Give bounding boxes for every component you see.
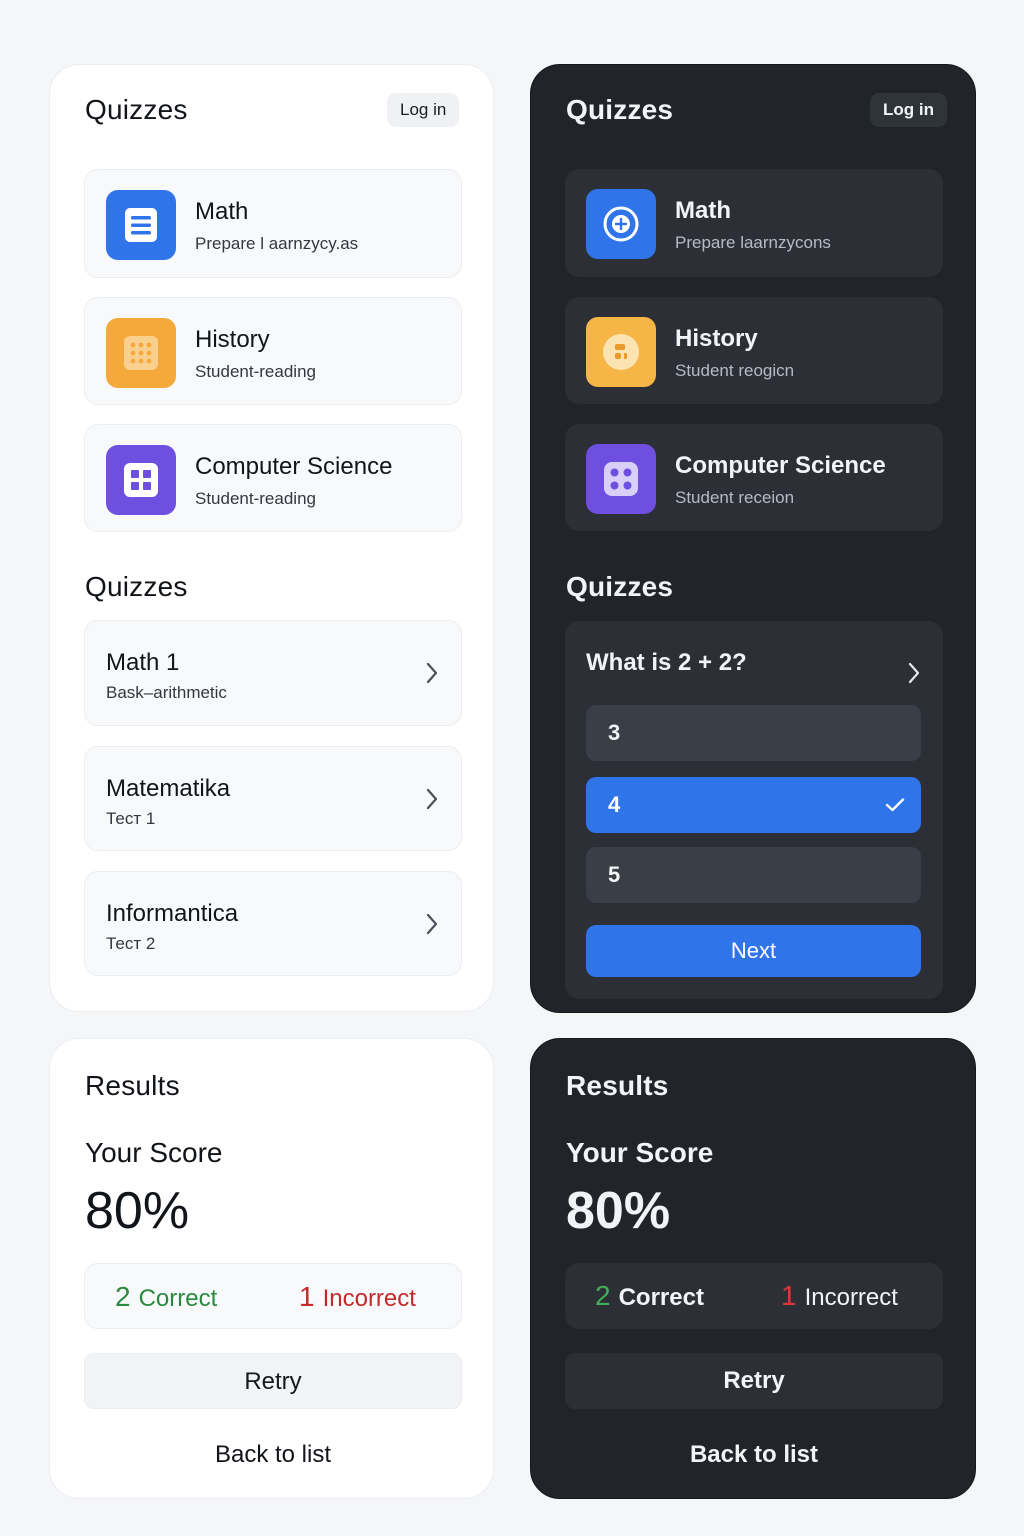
document-list-icon: [106, 190, 176, 260]
retry-button[interactable]: Retry: [84, 1353, 462, 1409]
quiz-desc: Тест 1: [106, 809, 156, 828]
page-title: Quizzes: [566, 94, 674, 125]
incorrect-stat: 1 Incorrect: [781, 1280, 898, 1312]
page-title: Quizzes: [85, 94, 188, 125]
quiz-name: Math 1: [106, 649, 180, 676]
section-title: Quizzes: [85, 571, 188, 602]
quiz-item-informantica[interactable]: Informantica Тест 2: [84, 871, 462, 976]
score-label: Your Score: [85, 1137, 223, 1168]
correct-count: 2: [115, 1281, 131, 1312]
subject-desc: Student receion: [675, 488, 795, 507]
checkmark-icon: [885, 798, 905, 812]
subject-card-computer-science[interactable]: Computer Science Student-reading: [84, 424, 462, 532]
incorrect-stat: 1 Incorrect: [299, 1281, 416, 1313]
subject-desc: Student reogicn: [675, 361, 795, 380]
light-quizzes-panel: Quizzes Log in Math Prepare l aarnzycy.a…: [49, 64, 494, 1012]
subject-desc: Prepare l aarnzycy.as: [195, 234, 359, 253]
answer-option-4-selected[interactable]: 4: [586, 777, 921, 833]
dark-results-panel: Results Your Score 80% 2 Correct 1 Incorre…: [530, 1038, 976, 1499]
face-icon: [586, 317, 656, 387]
answer-option-3[interactable]: 3: [586, 705, 921, 761]
plus-circle-icon: [586, 189, 656, 259]
chevron-right-icon: [426, 788, 438, 810]
dice-icon: [586, 444, 656, 514]
chevron-right-icon: [426, 913, 438, 935]
subject-desc: Student-reading: [195, 489, 316, 508]
subject-card-math[interactable]: Math Prepare l aarnzycy.as: [84, 169, 462, 278]
incorrect-label: Incorrect: [322, 1285, 416, 1312]
correct-label: Correct: [138, 1285, 218, 1312]
subject-name: Computer Science: [675, 452, 886, 479]
quiz-desc: Тест 2: [106, 934, 156, 953]
section-title: Quizzes: [566, 571, 674, 602]
score-breakdown: 2 Correct 1 Incorrect: [565, 1263, 943, 1329]
correct-stat: 2 Correct: [115, 1281, 217, 1313]
quiz-name: Matematika: [106, 775, 231, 802]
results-title: Results: [85, 1070, 180, 1101]
retry-button[interactable]: Retry: [565, 1353, 943, 1409]
subject-desc: Student-reading: [195, 362, 316, 381]
correct-stat: 2 Correct: [595, 1280, 704, 1312]
subject-name: Computer Science: [195, 453, 393, 480]
score-breakdown: 2 Correct 1 Incorrect: [84, 1263, 462, 1329]
subject-name: History: [675, 325, 758, 352]
correct-label: Correct: [618, 1284, 704, 1311]
subject-card-history[interactable]: History Student-reading: [84, 297, 462, 405]
quiz-name: Informantica: [106, 900, 239, 927]
quiz-desc: Bask–arithmetic: [106, 683, 227, 702]
grid-dots-icon: [106, 318, 176, 388]
correct-count: 2: [595, 1280, 611, 1311]
chevron-right-icon[interactable]: [907, 661, 921, 685]
option-label: 5: [608, 862, 621, 887]
incorrect-count: 1: [781, 1280, 797, 1311]
back-to-list-link[interactable]: Back to list: [565, 1435, 943, 1475]
subject-name: History: [195, 326, 270, 353]
incorrect-count: 1: [299, 1281, 315, 1312]
question-card: What is 2 + 2? 3 4 5 Next: [565, 621, 943, 999]
answer-option-5[interactable]: 5: [586, 847, 921, 903]
question-text: What is 2 + 2?: [586, 649, 747, 676]
incorrect-label: Incorrect: [804, 1284, 898, 1311]
option-label: 4: [608, 792, 621, 817]
subject-name: Math: [675, 197, 731, 224]
score-label: Your Score: [566, 1137, 714, 1168]
dark-quizzes-panel: Quizzes Log in Math Prepare laarnzycons …: [530, 64, 976, 1013]
subject-desc: Prepare laarnzycons: [675, 233, 831, 252]
quiz-item-math-1[interactable]: Math 1 Bask–arithmetic: [84, 620, 462, 726]
score-value: 80%: [566, 1182, 671, 1240]
light-results-panel: Results Your Score 80% 2 Correct 1 Incorre…: [49, 1038, 494, 1499]
four-squares-icon: [106, 445, 176, 515]
quiz-item-matematika[interactable]: Matematika Тест 1: [84, 746, 462, 851]
score-value: 80%: [85, 1182, 190, 1240]
subject-name: Math: [195, 198, 249, 225]
next-button[interactable]: Next: [586, 925, 921, 977]
login-button[interactable]: Log in: [870, 93, 947, 127]
option-label: 3: [608, 720, 621, 745]
subject-card-history[interactable]: History Student reogicn: [565, 297, 943, 404]
back-to-list-link[interactable]: Back to list: [84, 1435, 462, 1475]
chevron-right-icon: [426, 662, 438, 684]
results-title: Results: [566, 1070, 669, 1101]
subject-card-computer-science[interactable]: Computer Science Student receion: [565, 424, 943, 531]
subject-card-math[interactable]: Math Prepare laarnzycons: [565, 169, 943, 277]
login-button[interactable]: Log in: [387, 93, 460, 127]
